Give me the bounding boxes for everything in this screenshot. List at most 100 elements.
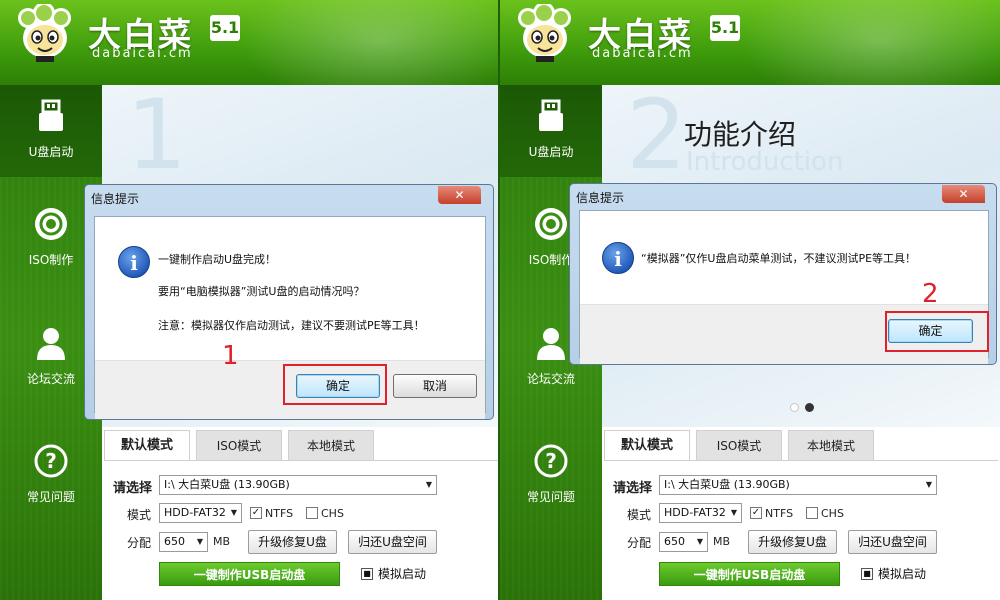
sidebar-item-label: 常见问题 [526,490,575,504]
dialog-message-line1: 一键制作启动U盘完成！ [158,253,277,266]
sidebar-item-label: 常见问题 [26,490,75,504]
feature-subtitle: Introduction [686,147,844,177]
header-bar: 大白菜 5.1 dabaicai.cm [0,0,500,85]
brand-domain: dabaicai.cm [592,46,693,61]
info-icon: i [118,246,150,278]
tab-local-mode[interactable]: 本地模式 [788,430,874,460]
options-panel: 默认模式 ISO模式 本地模式 请选择 I:\ 大白菜U盘 (13.90GB) … [102,427,500,600]
dialog-message-line2: 要用“电脑模拟器”测试U盘的启动情况吗？ [158,285,365,298]
chs-label: CHS [321,507,344,520]
usb-drive-icon [39,99,63,131]
sidebar-item-faq[interactable]: ? 常见问题 [500,430,602,522]
cabbage-mascot-logo [18,4,71,62]
alloc-select-value: 650 [164,535,185,548]
step-number: 2 [922,279,939,309]
alloc-label: 分配 [627,536,652,550]
tab-iso-mode[interactable]: ISO模式 [196,430,282,460]
tab-divider [104,460,498,461]
drive-select[interactable]: I:\ 大白菜U盘 (13.90GB) ▼ [159,475,437,495]
dialog-title: 信息提示 [91,192,140,206]
alloc-unit: MB [713,535,731,548]
tab-divider [604,460,998,461]
tab-default-mode[interactable]: 默认模式 [104,430,190,461]
mode-select[interactable]: HDD-FAT32 ▼ [159,503,242,523]
chevron-down-icon: ▼ [696,537,704,546]
chevron-down-icon: ▼ [196,537,204,546]
chs-checkbox[interactable] [806,507,818,519]
alloc-label: 分配 [127,536,152,550]
sidebar-item-usb-boot[interactable]: U盘启动 [500,85,602,177]
disc-icon [535,208,567,240]
mode-select-value: HDD-FAT32 [664,506,726,519]
page-number: 1 [126,85,188,191]
cabbage-mascot-logo [518,4,571,62]
usb-drive-icon [539,99,563,131]
carousel-dot[interactable] [790,403,799,412]
app-window-left: 大白菜 5.1 dabaicai.cm U盘启动 ISO制作 论坛交流 ? 常见… [0,0,500,600]
disc-icon [35,208,67,240]
make-usb-boot-button[interactable]: 一键制作USB启动盘 [659,562,840,586]
brand-version: 5.1 [210,15,240,41]
page-number: 2 [626,85,688,191]
sidebar-item-usb-boot[interactable]: U盘启动 [0,85,102,177]
ntfs-checkbox[interactable]: ✓ [250,507,262,519]
dialog-message-line3: 注意：模拟器仅作启动测试，建议不要测试PE等工具！ [158,319,425,332]
tab-iso-mode[interactable]: ISO模式 [696,430,782,460]
tab-local-mode[interactable]: 本地模式 [288,430,374,460]
header-bar: 大白菜 5.1 dabaicai.cm [500,0,1000,85]
drive-select-value: I:\ 大白菜U盘 (13.90GB) [164,478,290,491]
sidebar-item-label: 论坛交流 [526,372,575,386]
mode-select-value: HDD-FAT32 [164,506,226,519]
tab-default-mode[interactable]: 默认模式 [604,430,690,461]
ntfs-checkbox[interactable]: ✓ [750,507,762,519]
alloc-select[interactable]: 650 ▼ [659,532,708,552]
make-usb-boot-button[interactable]: 一键制作USB启动盘 [159,562,340,586]
sidebar-item-faq[interactable]: ? 常见问题 [0,430,102,522]
close-button[interactable]: ✕ [942,185,985,203]
mode-label: 模式 [127,508,152,522]
info-dialog: 信息提示 ✕ i 一键制作启动U盘完成！ 要用“电脑模拟器”测试U盘的启动情况吗… [84,184,494,420]
simulate-checkbox[interactable]: ■ [861,568,873,580]
close-button[interactable]: ✕ [438,186,481,204]
step-number: 1 [222,341,239,371]
restore-usb-button[interactable]: 归还U盘空间 [348,530,437,554]
info-dialog: 信息提示 ✕ i “模拟器”仅作U盘启动菜单测试，不建议测试PE等工具！ 确定 … [569,183,997,365]
highlight-box [885,311,989,352]
upgrade-usb-button[interactable]: 升级修复U盘 [748,530,837,554]
mode-label: 模式 [627,508,652,522]
chevron-down-icon: ▼ [925,480,933,489]
ntfs-label: NTFS [765,507,794,520]
carousel-dots [790,397,830,412]
dialog-title: 信息提示 [576,191,625,205]
question-icon: ? [534,444,568,478]
chs-checkbox[interactable] [306,507,318,519]
restore-usb-button[interactable]: 归还U盘空间 [848,530,937,554]
ntfs-label: NTFS [265,507,294,520]
alloc-select[interactable]: 650 ▼ [159,532,208,552]
user-icon [37,328,65,360]
alloc-select-value: 650 [664,535,685,548]
carousel-dot-active[interactable] [805,403,814,412]
simulate-checkbox[interactable]: ■ [361,568,373,580]
svg-text:?: ? [545,449,557,473]
brand-version: 5.1 [710,15,740,41]
chs-label: CHS [821,507,844,520]
chevron-down-icon: ▼ [730,508,738,517]
question-icon: ? [34,444,68,478]
mode-select[interactable]: HDD-FAT32 ▼ [659,503,742,523]
app-window-right: 大白菜 5.1 dabaicai.cm U盘启动 ISO制作 论坛交流 ? 常见… [500,0,1000,600]
dialog-message-line1: “模拟器”仅作U盘启动菜单测试，不建议测试PE等工具！ [641,252,917,265]
drive-select-value: I:\ 大白菜U盘 (13.90GB) [664,478,790,491]
user-icon [537,328,565,360]
upgrade-usb-button[interactable]: 升级修复U盘 [248,530,337,554]
highlight-box [283,364,387,405]
cancel-button[interactable]: 取消 [393,374,477,398]
select-label: 请选择 [113,481,153,496]
chevron-down-icon: ▼ [230,508,238,517]
sidebar-item-label: U盘启动 [528,145,574,159]
chevron-down-icon: ▼ [425,480,433,489]
simulate-label: 模拟启动 [878,567,927,581]
info-icon: i [602,242,634,274]
sidebar-item-label: U盘启动 [28,145,74,159]
drive-select[interactable]: I:\ 大白菜U盘 (13.90GB) ▼ [659,475,937,495]
